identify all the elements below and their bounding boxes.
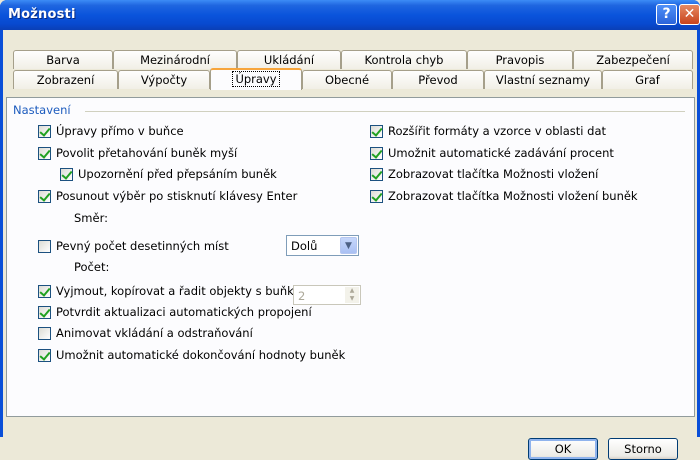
label-cut-copy-sort: Vyjmout, kopírovat a řadit objekty s buň…: [56, 284, 316, 298]
label-edit-in-cell: Úpravy přímo v buňce: [56, 124, 184, 138]
checkbox-cut-copy-sort[interactable]: [38, 285, 51, 298]
places-spinner[interactable]: 2 ▲ ▼: [293, 285, 361, 305]
tab-prevod[interactable]: Převod: [392, 70, 484, 89]
checkbox-drag-drop[interactable]: [38, 147, 51, 160]
checkbox-auto-percent[interactable]: [370, 147, 383, 160]
tab-vypocty[interactable]: Výpočty: [118, 70, 210, 89]
ok-button[interactable]: OK: [528, 438, 598, 460]
label-paste-options: Zobrazovat tlačítka Možnosti vložení: [388, 167, 599, 181]
checkbox-move-after-enter[interactable]: [38, 190, 51, 203]
spinner-arrows-icon[interactable]: ▲ ▼: [345, 287, 359, 303]
tab-obecne[interactable]: Obecné: [302, 70, 392, 89]
checkbox-paste-options[interactable]: [370, 168, 383, 181]
direction-label: Směr:: [74, 211, 108, 225]
dialog-client: Barva Mezinárodní Ukládání Kontrola chyb…: [3, 30, 697, 460]
label-alert-overwrite: Upozornění před přepsáním buněk: [78, 167, 277, 181]
label-extend-formats: Rozšířit formáty a vzorce v oblasti dat: [388, 124, 607, 138]
checkbox-animate-insert[interactable]: [38, 327, 51, 340]
tab-graf[interactable]: Graf: [602, 70, 693, 89]
label-insert-options: Zobrazovat tlačítka Možnosti vložení bun…: [388, 189, 638, 203]
tab-panel-upravy: Nastavení Úpravy přímo v buňce Povolit p…: [6, 97, 695, 417]
close-button[interactable]: ✕: [679, 4, 700, 25]
checkbox-edit-in-cell[interactable]: [38, 125, 51, 138]
label-move-after-enter: Posunout výběr po stisknutí klávesy Ente…: [56, 189, 298, 203]
checkbox-alert-overwrite[interactable]: [60, 168, 73, 181]
help-button[interactable]: ?: [656, 4, 677, 25]
direction-select[interactable]: Dolů ▼: [286, 235, 359, 256]
checkbox-extend-formats[interactable]: [370, 125, 383, 138]
direction-value: Dolů: [291, 239, 318, 253]
group-label-nastaveni: Nastavení: [13, 103, 71, 117]
tab-mezinarodni[interactable]: Mezinárodní: [113, 50, 237, 69]
label-autocomplete: Umožnit automatické dokončování hodnoty …: [56, 348, 346, 362]
label-update-links: Potvrdit aktualizaci automatických propo…: [56, 305, 312, 319]
tab-upravy[interactable]: Úpravy: [210, 68, 302, 90]
checkbox-insert-options[interactable]: [370, 190, 383, 203]
label-fixed-decimal: Pevný počet desetinných míst: [56, 239, 229, 253]
tab-barva[interactable]: Barva: [13, 50, 113, 69]
tab-pravopis[interactable]: Pravopis: [467, 50, 573, 69]
cancel-button[interactable]: Storno: [608, 438, 678, 460]
options-dialog: Možnosti ? ✕ Barva Mezinárodní Ukládání …: [0, 0, 700, 460]
tab-vlastni-seznamy[interactable]: Vlastní seznamy: [484, 70, 602, 89]
tab-zobrazeni[interactable]: Zobrazení: [13, 70, 118, 89]
checkbox-fixed-decimal[interactable]: [38, 240, 51, 253]
places-value: 2: [298, 289, 306, 303]
checkbox-autocomplete[interactable]: [38, 349, 51, 362]
tab-kontrola-chyb[interactable]: Kontrola chyb: [341, 50, 467, 69]
title-bar[interactable]: Možnosti ? ✕: [0, 0, 700, 30]
label-animate-insert: Animovat vkládání a odstraňování: [56, 326, 253, 340]
label-drag-drop: Povolit přetahování buněk myší: [56, 146, 238, 160]
places-label: Počet:: [74, 260, 110, 274]
chevron-down-icon[interactable]: ▼: [340, 237, 357, 254]
tab-upravy-label: Úpravy: [232, 71, 280, 87]
group-divider: [85, 111, 685, 112]
window-title: Možnosti: [8, 7, 76, 22]
checkbox-update-links[interactable]: [38, 306, 51, 319]
tab-zabezpeceni[interactable]: Zabezpečení: [573, 50, 693, 69]
label-auto-percent: Umožnit automatické zadávání procent: [388, 146, 614, 160]
tab-ukladani[interactable]: Ukládání: [237, 50, 341, 69]
